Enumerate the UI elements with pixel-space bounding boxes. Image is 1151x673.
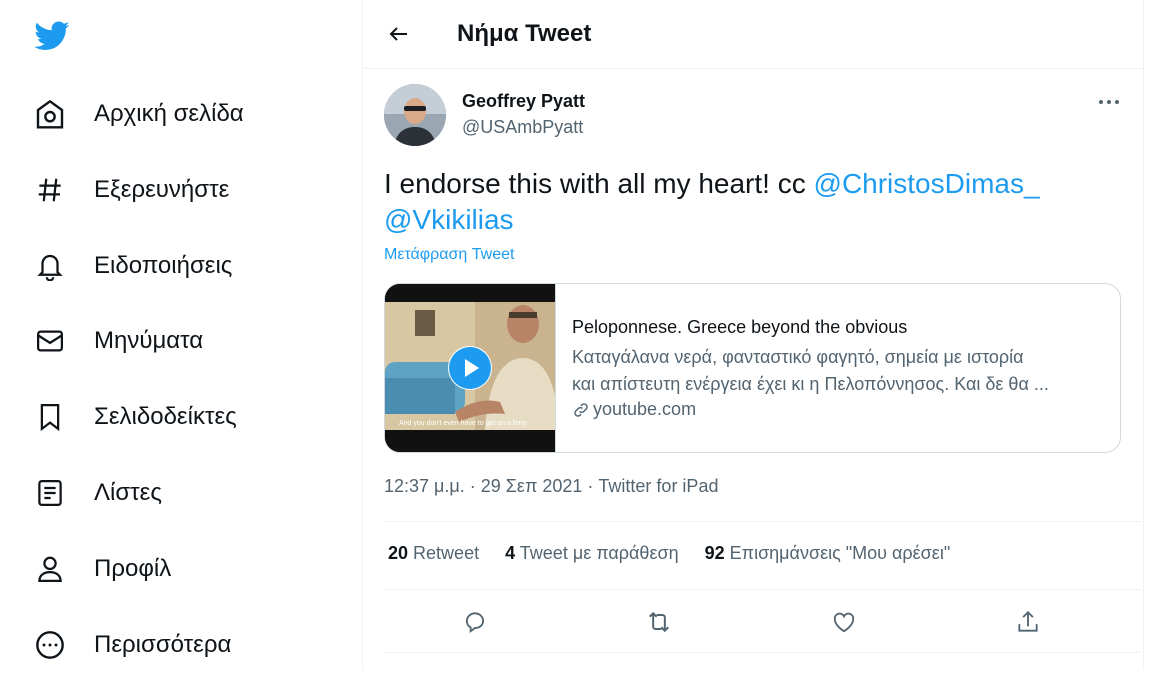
like-heart-icon[interactable] [826, 604, 862, 640]
sidebar-item-label: Μηνύματα [94, 327, 204, 354]
list-icon [30, 473, 70, 513]
tweet-text: I endorse this with all my heart! cc @Ch… [384, 166, 1124, 238]
sidebar-item-bookmarks[interactable]: Σελιδοδείκτες [30, 389, 237, 445]
divider [384, 521, 1141, 522]
card-domain-text: youtube.com [593, 399, 697, 419]
avatar[interactable] [384, 84, 446, 146]
link-icon [572, 401, 590, 419]
card-domain: youtube.com [572, 399, 696, 420]
link-preview-card[interactable]: And you don't even have to get on a ferr… [384, 283, 1121, 453]
mention-link[interactable]: @ChristosDimas_ [814, 168, 1040, 199]
sidebar-item-label: Προφίλ [94, 555, 172, 582]
author-name[interactable]: Geoffrey Pyatt [462, 91, 585, 112]
play-button-icon[interactable] [448, 346, 492, 390]
sidebar-item-label: Ειδοποιήσεις [94, 252, 233, 279]
thread-header: Νήμα Tweet [363, 0, 1143, 69]
divider [384, 589, 1141, 590]
translate-tweet-link[interactable]: Μετάφραση Tweet [384, 246, 514, 264]
tweet-timestamp[interactable]: 12:37 μ.μ. · 29 Σεπ 2021 · Twitter for i… [384, 476, 718, 497]
card-title: Peloponnese. Greece beyond the obvious [572, 317, 908, 337]
quotes-label: Tweet με παράθεση [519, 543, 679, 563]
card-description: Καταγάλανα νερά, φανταστικό φαγητό, σημε… [572, 344, 1102, 398]
card-description-line: Καταγάλανα νερά, φανταστικό φαγητό, σημε… [572, 347, 1024, 367]
card-body[interactable]: Peloponnese. Greece beyond the obvious Κ… [555, 284, 1120, 452]
tweet-text-body: I endorse this with all my heart! cc [384, 168, 814, 199]
video-thumbnail[interactable]: And you don't even have to get on a ferr… [385, 284, 555, 452]
hashtag-icon [30, 170, 70, 210]
tweet-actions [363, 600, 1143, 644]
retweets-count: 20 [388, 543, 409, 563]
tweet-thread-column: Νήμα Tweet Geoffrey Pyatt @USAmbPyatt I … [362, 0, 1144, 670]
sidebar-item-more[interactable]: Περισσότερα [30, 617, 231, 673]
profile-icon [30, 549, 70, 589]
mail-icon [30, 321, 70, 361]
sidebar-item-label: Σελιδοδείκτες [94, 403, 237, 430]
card-description-line: και απίστευτη ενέργεια έχει κι η Πελοπόν… [572, 374, 1049, 394]
home-icon [30, 94, 70, 134]
quote-tweets-stat[interactable]: 4 Tweet με παράθεση [505, 543, 679, 564]
back-arrow-icon[interactable] [381, 16, 417, 52]
more-options-icon[interactable] [1091, 88, 1127, 116]
divider [384, 652, 1141, 653]
page-title: Νήμα Tweet [457, 20, 592, 47]
share-icon[interactable] [1010, 604, 1046, 640]
more-circle-icon [30, 625, 70, 665]
sidebar-item-messages[interactable]: Μηνύματα [30, 313, 203, 369]
tweet-stats: 20 Retweet 4 Tweet με παράθεση 92 Επισημ… [388, 543, 976, 564]
retweet-icon[interactable] [641, 604, 677, 640]
mention-link[interactable]: @Vkikilias [384, 204, 514, 235]
sidebar-item-label: Αρχική σελίδα [94, 100, 244, 127]
twitter-bird-icon[interactable] [34, 18, 70, 54]
bookmark-icon [30, 397, 70, 437]
sidebar: Αρχική σελίδα Εξερευνήστε Ειδοποιήσεις Μ… [0, 0, 362, 670]
sidebar-item-explore[interactable]: Εξερευνήστε [30, 162, 229, 218]
sidebar-item-label: Εξερευνήστε [94, 176, 230, 203]
sidebar-item-label: Λίστες [94, 479, 162, 506]
retweets-stat[interactable]: 20 Retweet [388, 543, 479, 564]
retweets-label: Retweet [413, 543, 480, 563]
sidebar-item-lists[interactable]: Λίστες [30, 465, 162, 521]
quotes-count: 4 [505, 543, 516, 563]
likes-stat[interactable]: 92 Επισημάνσεις "Μου αρέσει" [705, 543, 951, 564]
sidebar-item-home[interactable]: Αρχική σελίδα [30, 86, 244, 142]
reply-icon[interactable] [457, 604, 493, 640]
author-handle[interactable]: @USAmbPyatt [462, 117, 583, 138]
sidebar-item-label: Περισσότερα [94, 631, 232, 658]
bell-icon [30, 246, 70, 286]
video-caption: And you don't even have to get on a ferr… [399, 420, 527, 427]
likes-label: Επισημάνσεις "Μου αρέσει" [729, 543, 951, 563]
likes-count: 92 [704, 543, 725, 563]
sidebar-item-notifications[interactable]: Ειδοποιήσεις [30, 238, 232, 294]
sidebar-item-profile[interactable]: Προφίλ [30, 541, 171, 597]
